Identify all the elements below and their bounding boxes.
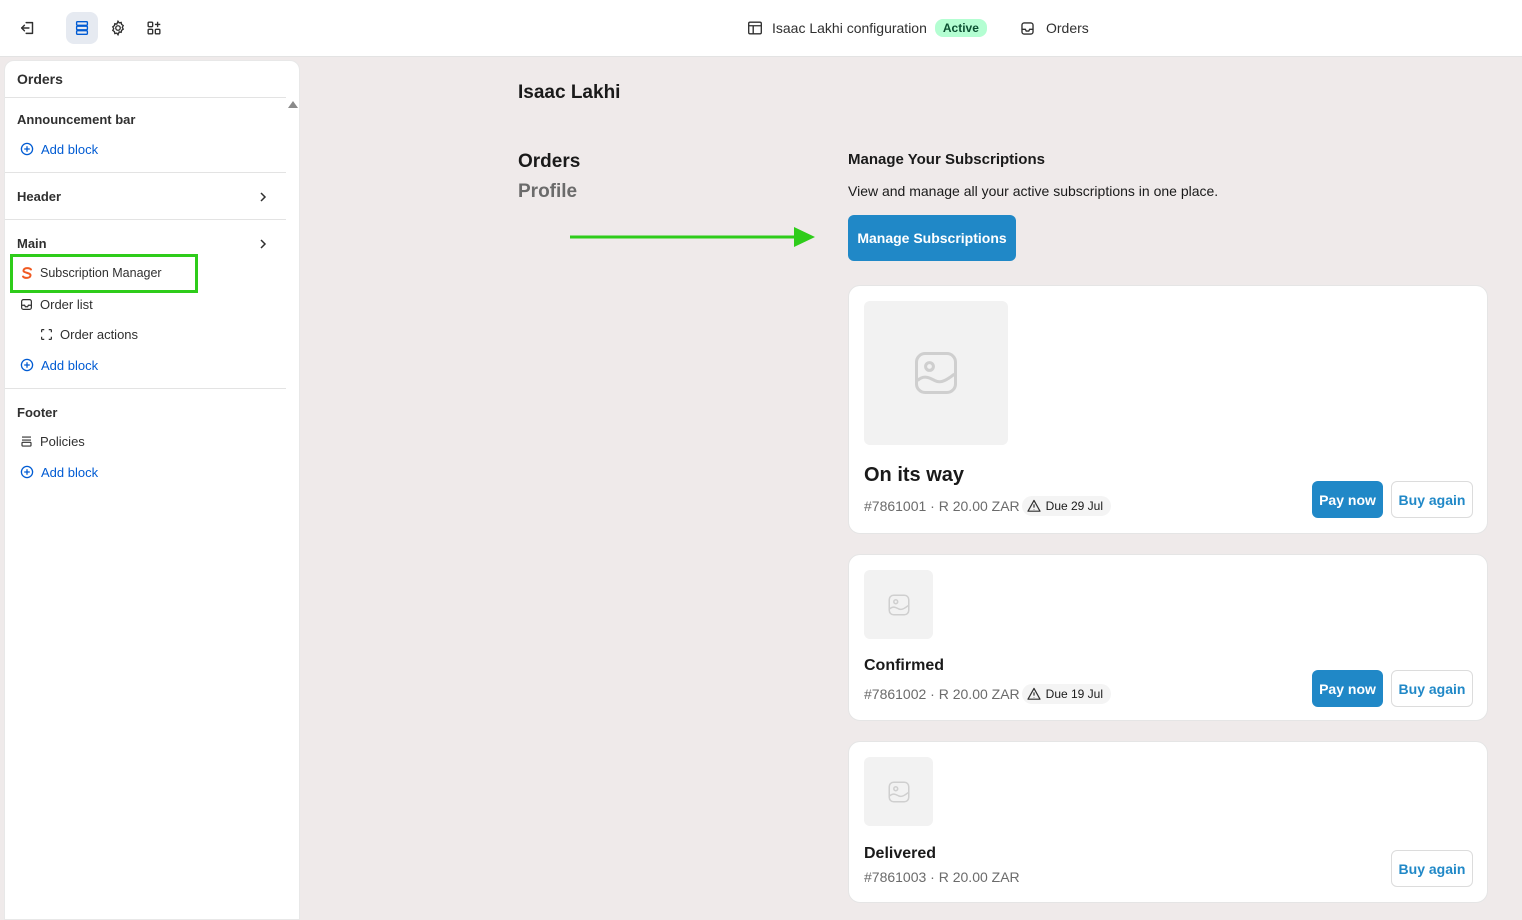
buy-again-button[interactable]: Buy again [1391, 481, 1473, 518]
plus-circle-icon [20, 465, 34, 479]
exit-button[interactable] [12, 12, 44, 44]
order-status: On its way [864, 464, 965, 486]
image-placeholder-icon [914, 351, 958, 395]
sidebar-item-label: Order list [40, 297, 93, 312]
sidebar-item-policies[interactable]: Policies [19, 434, 85, 449]
order-number-price: #7861003 · R 20.00 ZAR [864, 869, 1020, 885]
sidebar-item-order-list[interactable]: Order list [19, 297, 93, 312]
subscriptions-description: View and manage all your active subscrip… [848, 183, 1219, 199]
section-announcement-bar[interactable]: Announcement bar [17, 112, 135, 127]
inbox-icon [1021, 21, 1034, 35]
inbox-icon [21, 299, 32, 310]
gear-icon [111, 19, 125, 37]
sidebar-item-label: Order actions [60, 327, 139, 342]
plus-circle-icon [20, 142, 34, 156]
order-card[interactable]: Confirmed #7861002 · R 20.00 ZAR Due 19 … [848, 554, 1488, 721]
chevron-right-icon[interactable] [257, 191, 269, 203]
sidebar-item-label: Policies [40, 434, 85, 449]
sidebar-item-order-actions[interactable]: Order actions [39, 327, 138, 342]
account-nav-orders[interactable]: Orders [518, 151, 580, 173]
add-block-label: Add block [41, 357, 99, 373]
order-card[interactable]: On its way #7861001 · R 20.00 ZAR Due 29… [848, 285, 1488, 534]
image-placeholder-icon [887, 780, 910, 803]
top-bar: Isaac Lakhi configuration Active Orders [0, 0, 1522, 57]
due-label: Due 19 Jul [1045, 687, 1104, 701]
pay-now-button[interactable]: Pay now [1312, 481, 1383, 518]
product-thumbnail [864, 301, 1008, 445]
due-badge: Due 19 Jul [1021, 684, 1112, 704]
warning-icon [1027, 687, 1041, 700]
add-block-footer[interactable]: Add block [19, 464, 98, 480]
sections-button[interactable] [66, 12, 98, 44]
divider [5, 172, 286, 173]
order-status: Confirmed [864, 657, 944, 674]
image-placeholder-icon [887, 593, 910, 616]
status-badge: Active [934, 19, 987, 37]
section-main[interactable]: Main [17, 236, 47, 251]
product-thumbnail [864, 570, 933, 639]
plus-circle-icon [20, 358, 34, 372]
chevron-right-icon[interactable] [257, 238, 269, 250]
add-block-label: Add block [41, 464, 99, 480]
page-selector-label: Orders [1046, 20, 1089, 36]
order-meta: #7861003 · R 20.00 ZAR [864, 869, 1020, 885]
due-badge: Due 29 Jul [1021, 496, 1112, 516]
order-number-price: #7861002 · R 20.00 ZAR [864, 686, 1020, 702]
manage-subscriptions-button[interactable]: Manage Subscriptions [848, 215, 1016, 261]
apps-button[interactable] [138, 12, 170, 44]
sections-icon [75, 21, 89, 35]
divider [5, 388, 286, 389]
apps-icon [147, 21, 161, 35]
section-header[interactable]: Header [17, 189, 61, 204]
sidebar: Orders Announcement bar Add block Header… [4, 60, 300, 920]
theme-config-label[interactable]: Isaac Lakhi configuration Active [746, 16, 987, 40]
order-meta: #7861001 · R 20.00 ZAR Due 29 Jul [864, 496, 1112, 516]
sidebar-title: Orders [17, 71, 63, 87]
section-footer[interactable]: Footer [17, 405, 57, 420]
divider [5, 219, 286, 220]
store-icon [748, 21, 762, 35]
due-label: Due 29 Jul [1045, 499, 1104, 513]
product-thumbnail [864, 757, 933, 826]
buy-again-button[interactable]: Buy again [1391, 670, 1473, 707]
order-status: Delivered [864, 845, 937, 862]
policies-icon [21, 436, 32, 447]
add-block-announcement[interactable]: Add block [19, 141, 98, 157]
pay-now-button[interactable]: Pay now [1312, 670, 1383, 707]
frame-icon [41, 329, 52, 340]
add-block-label: Add block [41, 141, 99, 157]
subscriptions-title: Manage Your Subscriptions [848, 151, 1045, 168]
customer-name: Isaac Lakhi [518, 82, 621, 103]
warning-icon [1027, 499, 1041, 512]
exit-icon [20, 21, 34, 35]
config-name: Isaac Lakhi configuration [772, 20, 927, 36]
scroll-up-arrow[interactable] [288, 101, 298, 108]
settings-button[interactable] [102, 12, 134, 44]
add-block-main[interactable]: Add block [19, 357, 98, 373]
order-number-price: #7861001 · R 20.00 ZAR [864, 498, 1020, 514]
order-card[interactable]: Delivered #7861003 · R 20.00 ZAR Buy aga… [848, 741, 1488, 903]
account-nav-profile[interactable]: Profile [518, 181, 577, 203]
divider [5, 97, 286, 98]
order-meta: #7861002 · R 20.00 ZAR Due 19 Jul [864, 684, 1112, 704]
buy-again-button[interactable]: Buy again [1391, 850, 1473, 887]
page-selector[interactable]: Orders [1019, 16, 1089, 40]
highlight-box [10, 254, 198, 293]
arrow-right-icon [570, 227, 815, 247]
